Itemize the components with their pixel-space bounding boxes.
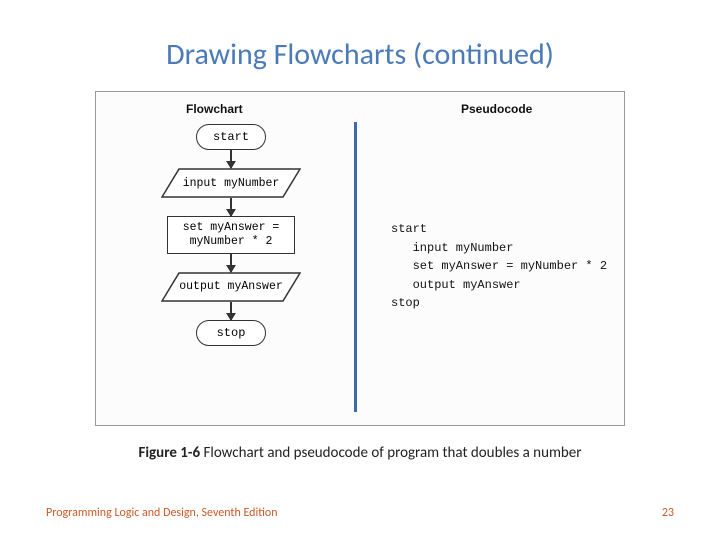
arrow-icon <box>230 150 232 168</box>
flowchart-diagram: start input myNumber set myAnswer = myNu… <box>146 124 316 346</box>
arrow-icon <box>230 302 232 320</box>
io-input-text: input myNumber <box>161 168 301 198</box>
slide-footer: Programming Logic and Design, Seventh Ed… <box>46 506 674 520</box>
io-output-shape: output myAnswer <box>161 272 301 302</box>
slide-title: Drawing Flowcharts (continued) <box>0 0 720 91</box>
arrow-icon <box>230 198 232 216</box>
process-line-2: myNumber * 2 <box>190 235 273 248</box>
process-line-1: set myAnswer = <box>183 221 280 234</box>
caption-text: Flowchart and pseudocode of program that… <box>200 444 581 462</box>
terminal-start: start <box>196 124 266 150</box>
io-output-text: output myAnswer <box>161 272 301 302</box>
arrow-icon <box>230 254 232 272</box>
terminal-stop: stop <box>196 320 266 346</box>
pseudocode-block: start input myNumber set myAnswer = myNu… <box>391 220 607 313</box>
pseudocode-heading: Pseudocode <box>461 102 532 116</box>
process-shape: set myAnswer = myNumber * 2 <box>167 216 295 254</box>
page-number: 23 <box>662 506 674 520</box>
vertical-divider <box>354 122 357 412</box>
io-input-shape: input myNumber <box>161 168 301 198</box>
figure-panel: Flowchart Pseudocode start input myNumbe… <box>95 91 625 426</box>
flowchart-heading: Flowchart <box>186 102 243 116</box>
footer-book-title: Programming Logic and Design, Seventh Ed… <box>46 506 278 520</box>
figure-caption: Figure 1-6 Flowchart and pseudocode of p… <box>0 444 720 462</box>
caption-label: Figure 1-6 <box>138 444 200 462</box>
